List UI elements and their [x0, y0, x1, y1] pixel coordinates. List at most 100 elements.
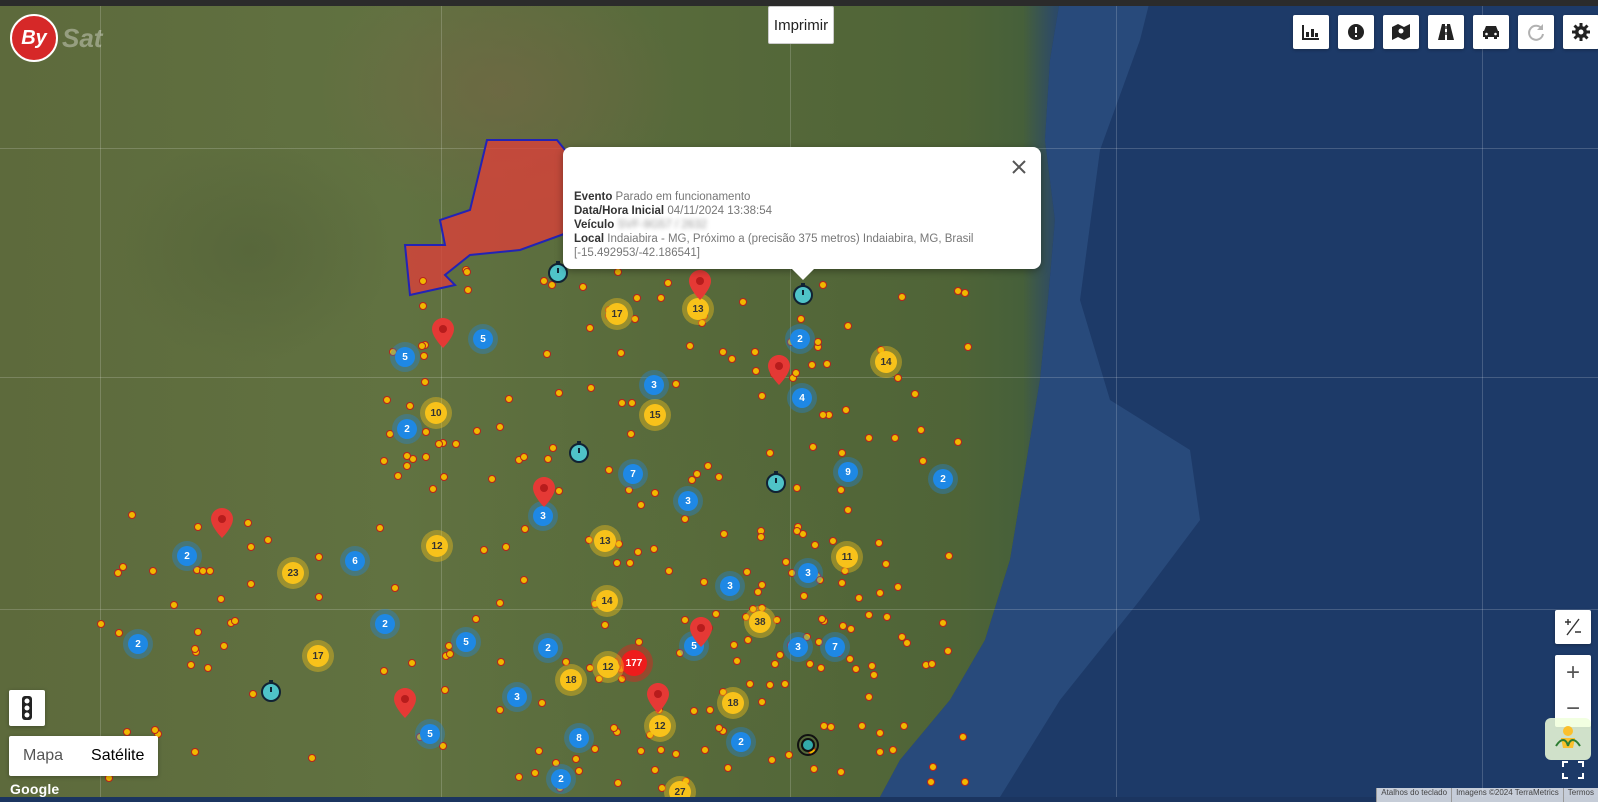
vehicle-cluster[interactable]: 12: [597, 656, 619, 678]
vehicle-marker[interactable]: [440, 472, 449, 481]
vehicle-marker[interactable]: [893, 583, 902, 592]
vehicle-marker[interactable]: [217, 595, 226, 604]
vehicle-marker[interactable]: [770, 659, 779, 668]
vehicle-cluster[interactable]: 3: [678, 491, 698, 511]
vehicle-marker[interactable]: [445, 649, 454, 658]
vehicle-marker[interactable]: [441, 686, 450, 695]
vehicle-marker[interactable]: [958, 732, 967, 741]
vehicle-marker[interactable]: [840, 567, 849, 576]
vehicle-marker[interactable]: [807, 360, 816, 369]
vehicle-marker[interactable]: [836, 486, 845, 495]
vehicle-marker[interactable]: [766, 680, 775, 689]
vehicle-marker[interactable]: [870, 671, 879, 680]
vehicle-marker[interactable]: [837, 448, 846, 457]
vehicle-marker[interactable]: [665, 566, 674, 575]
vehicle-marker[interactable]: [842, 406, 851, 415]
chart-button[interactable]: [1293, 15, 1329, 49]
vehicle-marker[interactable]: [900, 722, 909, 731]
vehicle-cluster[interactable]: 2: [731, 732, 751, 752]
vehicle-marker[interactable]: [776, 651, 785, 660]
vehicle-marker[interactable]: [614, 778, 623, 787]
vehicle-marker[interactable]: [495, 598, 504, 607]
vehicle-marker[interactable]: [379, 456, 388, 465]
vehicle-marker[interactable]: [247, 543, 256, 552]
vehicle-marker[interactable]: [230, 616, 239, 625]
fullscreen-icon[interactable]: [1561, 760, 1585, 780]
vehicle-marker[interactable]: [758, 392, 767, 401]
vehicle-marker[interactable]: [220, 642, 229, 651]
stopwatch-icon[interactable]: [568, 441, 590, 463]
vehicle-marker[interactable]: [680, 616, 689, 625]
vehicle-marker[interactable]: [894, 374, 903, 383]
vehicle-marker[interactable]: [656, 746, 665, 755]
vehicle-marker[interactable]: [739, 297, 748, 306]
vehicle-cluster[interactable]: 23: [282, 562, 304, 584]
vehicle-marker[interactable]: [591, 744, 600, 753]
vehicle-marker[interactable]: [919, 456, 928, 465]
vehicle-marker[interactable]: [902, 638, 911, 647]
vehicle-marker[interactable]: [780, 680, 789, 689]
vehicle-marker[interactable]: [586, 384, 595, 393]
vehicle-marker[interactable]: [828, 536, 837, 545]
vehicle-marker[interactable]: [497, 658, 506, 667]
vehicle-marker[interactable]: [198, 566, 207, 575]
car-button[interactable]: [1473, 15, 1509, 49]
vehicle-marker[interactable]: [315, 552, 324, 561]
vehicle-marker[interactable]: [632, 293, 641, 302]
vehicle-cluster[interactable]: 3: [720, 576, 740, 596]
vehicle-marker[interactable]: [881, 560, 890, 569]
vehicle-marker[interactable]: [799, 591, 808, 600]
vehicle-cluster[interactable]: 2: [790, 329, 810, 349]
vehicle-marker[interactable]: [531, 768, 540, 777]
vehicle-marker[interactable]: [754, 587, 763, 596]
vehicle-marker[interactable]: [463, 285, 472, 294]
vehicle-marker[interactable]: [480, 545, 489, 554]
vehicle-marker[interactable]: [782, 557, 791, 566]
vehicle-marker[interactable]: [868, 661, 877, 670]
close-icon[interactable]: [1009, 157, 1029, 177]
vehicle-marker[interactable]: [521, 524, 530, 533]
vehicle-marker[interactable]: [852, 665, 861, 674]
vehicle-cluster[interactable]: 14: [875, 351, 897, 373]
vehicle-marker[interactable]: [586, 664, 594, 673]
stopwatch-icon[interactable]: [765, 471, 787, 493]
vehicle-marker[interactable]: [150, 725, 159, 734]
vehicle-marker[interactable]: [693, 469, 702, 478]
vehicle-marker[interactable]: [519, 576, 528, 585]
vehicle-cluster[interactable]: 2: [128, 634, 148, 654]
vehicle-marker[interactable]: [429, 484, 437, 493]
vehicle-marker[interactable]: [875, 747, 884, 756]
vehicle-marker[interactable]: [793, 527, 802, 536]
target-icon[interactable]: [796, 733, 820, 757]
map-pin-icon[interactable]: [689, 270, 711, 300]
vehicle-marker[interactable]: [963, 343, 972, 352]
vehicle-cluster[interactable]: 7: [623, 464, 643, 484]
vehicle-marker[interactable]: [822, 360, 831, 369]
vehicle-marker[interactable]: [672, 380, 681, 389]
vehicle-cluster[interactable]: 13: [687, 298, 709, 320]
vehicle-cluster[interactable]: 12: [649, 715, 671, 737]
vehicle-marker[interactable]: [681, 514, 690, 523]
vehicle-marker[interactable]: [720, 530, 729, 539]
vehicle-cluster[interactable]: 7: [825, 637, 845, 657]
traffic-layer-button[interactable]: [9, 690, 45, 726]
vehicle-cluster[interactable]: 15: [644, 404, 666, 426]
vehicle-marker[interactable]: [865, 610, 874, 619]
vehicle-marker[interactable]: [97, 619, 106, 628]
vehicle-marker[interactable]: [891, 433, 900, 442]
vehicle-marker[interactable]: [888, 745, 897, 754]
map-pin-icon[interactable]: [533, 477, 555, 507]
vehicle-marker[interactable]: [631, 315, 640, 324]
vehicle-marker[interactable]: [818, 281, 827, 290]
vehicle-marker[interactable]: [827, 723, 836, 732]
vehicle-marker[interactable]: [249, 690, 258, 699]
vehicle-marker[interactable]: [847, 625, 856, 634]
vehicle-marker[interactable]: [407, 659, 416, 668]
vehicle-marker[interactable]: [574, 767, 583, 776]
vehicle-marker[interactable]: [402, 461, 411, 470]
vehicle-marker[interactable]: [149, 567, 158, 575]
vehicle-marker[interactable]: [194, 627, 203, 636]
vehicle-marker[interactable]: [882, 613, 891, 622]
vehicle-cluster[interactable]: 27: [669, 781, 691, 797]
vehicle-marker[interactable]: [664, 278, 673, 287]
